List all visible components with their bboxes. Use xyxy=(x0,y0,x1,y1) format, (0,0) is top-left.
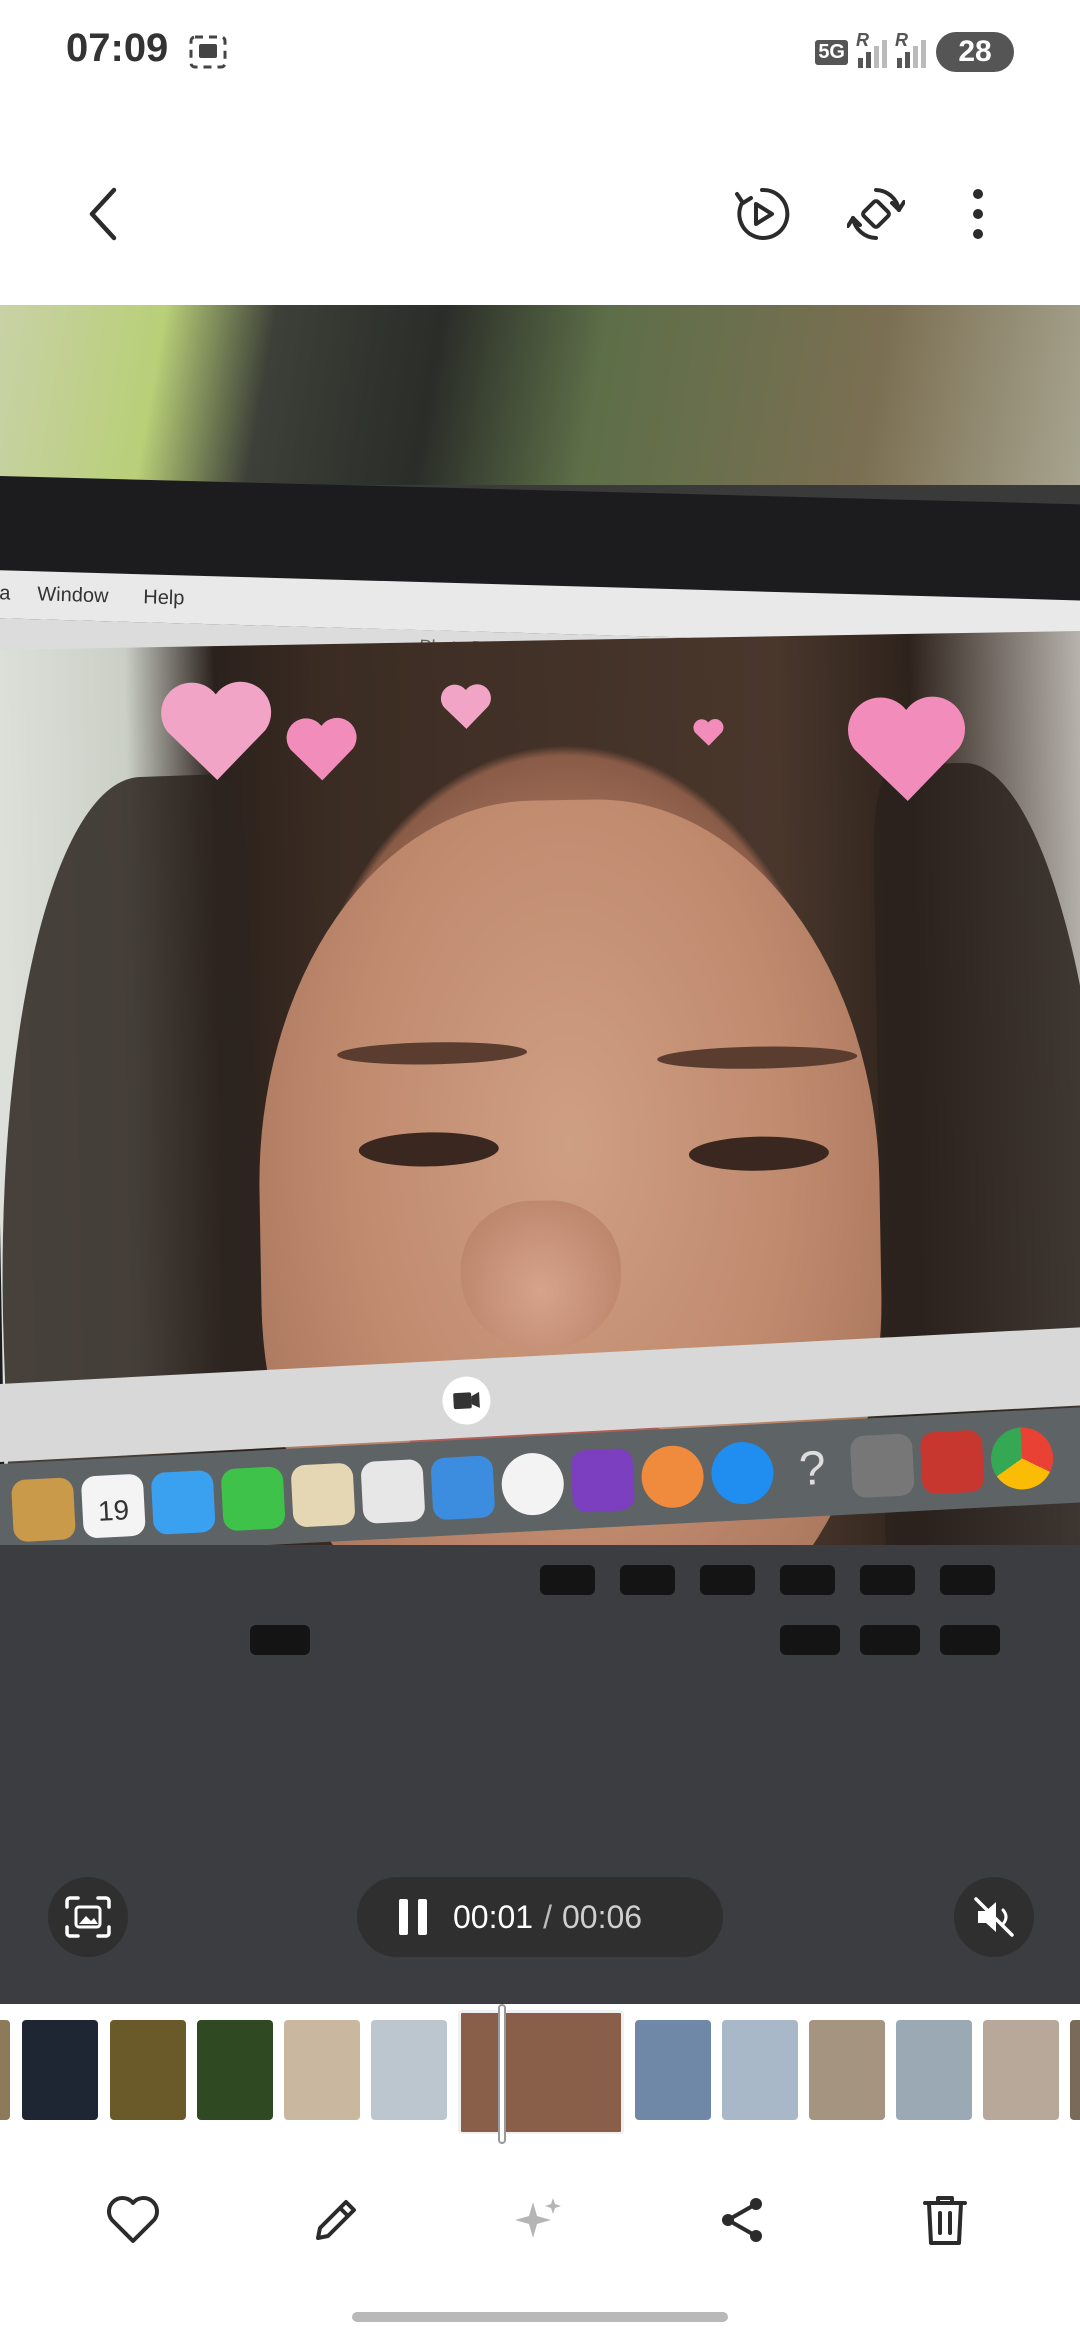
rotate-button[interactable] xyxy=(836,174,916,254)
playback-control: 00:01 / 00:06 xyxy=(357,1877,723,1957)
filmstrip-playhead[interactable] xyxy=(498,2004,506,2144)
pause-button[interactable] xyxy=(385,1889,441,1945)
home-indicator[interactable] xyxy=(352,2312,728,2322)
play-slideshow-button[interactable] xyxy=(722,174,802,254)
heart-sticker-icon xyxy=(161,681,272,780)
menubar-item: Window xyxy=(37,583,109,608)
heart-sticker-icon xyxy=(848,696,965,802)
mute-button[interactable] xyxy=(954,1877,1034,1957)
keyboard-key xyxy=(250,1625,310,1655)
bottom-action-bar xyxy=(0,2160,1080,2280)
dock-app-icon xyxy=(150,1469,216,1535)
keyboard-key xyxy=(940,1625,1000,1655)
heart-sticker-icon xyxy=(440,684,491,729)
heart-sticker-icon xyxy=(693,719,724,746)
menubar-item: a xyxy=(0,582,11,605)
keyboard-key xyxy=(860,1565,915,1595)
dock-app-icon xyxy=(989,1425,1055,1491)
dock-app-icon xyxy=(290,1462,356,1528)
signal-strength-icon: R xyxy=(856,30,887,68)
status-time: 07:09 xyxy=(66,26,169,70)
current-time: 00:01 xyxy=(453,1898,534,1935)
battery-level: 28 xyxy=(936,32,1014,72)
filmstrip[interactable] xyxy=(0,2004,1080,2134)
favorite-button[interactable] xyxy=(93,2180,173,2260)
dock-app-icon xyxy=(849,1432,915,1498)
thumbnail[interactable] xyxy=(371,2020,447,2120)
hair xyxy=(872,760,1080,1665)
keyboard-key xyxy=(860,1625,920,1655)
dock-app-icon xyxy=(570,1447,636,1513)
chevron-left-icon xyxy=(89,187,117,241)
thumbnail[interactable] xyxy=(110,2020,186,2120)
status-indicators: 5G R R 28 xyxy=(815,28,1014,76)
thumbnail[interactable] xyxy=(896,2020,972,2120)
dock-app-icon xyxy=(919,1429,985,1495)
thumbnail[interactable] xyxy=(809,2020,885,2120)
menubar-item: Help xyxy=(142,586,185,610)
background-scene xyxy=(0,305,1080,485)
ai-enhance-button[interactable] xyxy=(499,2180,579,2260)
total-time: 00:06 xyxy=(561,1898,643,1935)
video-frame[interactable]: a Window Help Photo Booth 19 ? xyxy=(0,305,1080,2005)
thumbnail[interactable] xyxy=(284,2020,360,2120)
keyboard-key xyxy=(700,1565,755,1595)
thumbnail[interactable] xyxy=(22,2020,98,2120)
capture-frame-button[interactable] xyxy=(48,1877,128,1957)
dock-app-icon xyxy=(220,1465,286,1531)
share-button[interactable] xyxy=(702,2180,782,2260)
dock-app-icon xyxy=(360,1458,426,1524)
dock-app-icon xyxy=(430,1454,496,1520)
network-badge: 5G xyxy=(815,39,848,65)
status-bar: 07:09 5G R R 28 xyxy=(0,0,1080,105)
more-options-button[interactable] xyxy=(938,174,1018,254)
heart-icon xyxy=(107,2196,159,2243)
thumbnail[interactable] xyxy=(635,2020,711,2120)
signal-strength-icon: R xyxy=(895,30,926,68)
trash-icon xyxy=(923,2196,967,2245)
back-button[interactable] xyxy=(64,174,144,254)
thumbnail[interactable] xyxy=(722,2020,798,2120)
screen-capture-icon xyxy=(65,1896,111,1938)
calendar-app-icon: 19 xyxy=(80,1472,146,1539)
keyboard-key xyxy=(780,1625,840,1655)
dock-app-icon xyxy=(709,1440,776,1506)
keyboard-key xyxy=(540,1565,595,1595)
thumbnail[interactable] xyxy=(0,2020,10,2120)
pause-icon xyxy=(399,1899,427,1935)
heart-sticker-icon xyxy=(286,717,357,781)
rotate-icon xyxy=(847,188,905,240)
dock-app-icon xyxy=(639,1443,706,1509)
sparkle-icon xyxy=(515,2198,561,2238)
edit-button[interactable] xyxy=(296,2180,376,2260)
roaming-label: R xyxy=(895,30,908,50)
thumbnail-current[interactable] xyxy=(458,2010,624,2134)
play-circle-icon xyxy=(735,187,790,240)
dock-app-icon xyxy=(10,1476,76,1542)
top-toolbar xyxy=(0,170,1080,300)
thumbnail[interactable] xyxy=(197,2020,273,2120)
mute-icon xyxy=(974,1897,1014,1937)
time-separator: / xyxy=(543,1898,552,1935)
more-vertical-icon xyxy=(973,189,983,239)
keyboard-key xyxy=(780,1565,835,1595)
delete-button[interactable] xyxy=(905,2180,985,2260)
roaming-label: R xyxy=(856,30,869,50)
pencil-icon xyxy=(316,2200,356,2240)
keyboard-key xyxy=(620,1565,675,1595)
help-app-icon: ? xyxy=(797,1441,828,1496)
keyboard-key xyxy=(940,1565,995,1595)
dock-app-icon xyxy=(500,1451,566,1517)
screenshot-notification-icon xyxy=(188,34,228,70)
camera-icon xyxy=(442,1376,491,1425)
thumbnail[interactable] xyxy=(983,2020,1059,2120)
share-icon xyxy=(722,2198,762,2242)
thumbnail[interactable] xyxy=(1070,2020,1080,2120)
